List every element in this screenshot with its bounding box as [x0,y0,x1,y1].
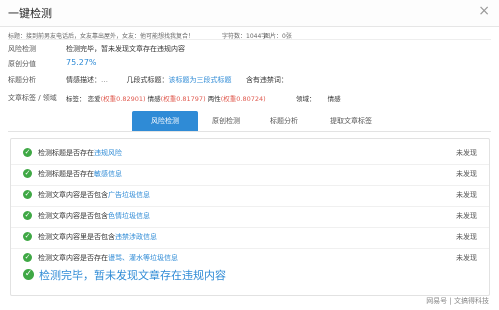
originality-score: 75.27% [66,58,97,67]
dialog-titlebar: 一键检测 × [0,0,499,27]
dialog-title: 一键检测 [8,7,52,20]
check-status: 未发现 [456,233,477,241]
tab-bar: 风险检测 原创检测 标题分析 提取文章标签 [8,111,491,132]
domain-value: 情感 [327,95,341,103]
check-status: 未发现 [456,254,477,262]
check-text: 检测文章内容是否包含色情垃圾信息 [38,212,150,220]
check-row: ✓ 检测文章内容是否存在谩骂、灌水等垃圾信息 未发现 [11,248,489,269]
close-icon[interactable]: × [478,3,490,19]
check-status: 未发现 [456,212,477,220]
check-icon: ✓ [23,253,32,262]
watermark: 网易号 | 文搞得科技 [426,297,489,305]
emotion-prefix: 情感描述： [66,76,101,84]
tags-row: 标签： 恋爱(权重0.82901) 情感(权重0.81797) 两性(权重0.8… [66,93,266,103]
title-analysis-row: 情感描述：… 几段式标题：该标题为三段式标题 含有违禁词： [66,75,288,85]
tab-extract-tags[interactable]: 提取文章标签 [314,111,388,131]
check-row: ✓ 检测标题是否存在敏感信息 未发现 [11,164,489,186]
check-status: 未发现 [456,149,477,157]
check-icon: ✓ [23,211,32,220]
banned-words-prefix: 含有违禁词： [245,76,288,84]
results-panel: ✓ 检测标题是否存在违规风险 未发现 ✓ 检测标题是否存在敏感信息 未发现 ✓ … [10,138,490,296]
tab-risk-detection[interactable]: 风险检测 [132,111,198,131]
check-icon: ✓ [23,148,32,157]
check-row: ✓ 检测标题是否存在违规风险 未发现 [11,143,489,165]
tags-prefix: 标签： [66,95,86,103]
check-text: 检测文章内容里是否包含违禁涉政信息 [38,233,157,241]
domain-row: 领域： 情感 [296,93,341,103]
tag-item: 两性(权重0.80724) [207,95,266,103]
check-text: 检测文章内容是否存在谩骂、灌水等垃圾信息 [38,254,178,262]
tab-originality[interactable]: 原创检测 [198,111,254,131]
tab-title-analysis[interactable]: 标题分析 [254,111,314,131]
meta-divider [8,39,491,40]
tag-item: 恋爱(权重0.82901) [87,95,146,103]
check-status: 未发现 [456,191,477,199]
check-row: ✓ 检测文章内容里是否包含违禁涉政信息 未发现 [11,227,489,249]
check-row: ✓ 检测文章内容是否包含色情垃圾信息 未发现 [11,206,489,228]
title-analysis-label: 标题分析 [8,76,36,84]
check-text: 检测文章内容是否包含广告垃圾信息 [38,191,150,199]
check-text: 检测标题是否存在违规风险 [38,149,122,157]
structure-value: 该标题为三段式标题 [168,76,232,84]
emotion-value: … [101,76,108,84]
check-status: 未发现 [456,170,477,178]
final-result-text: 检测完毕，暂未发现文章存在违规内容 [39,269,226,282]
tags-label: 文章标签 / 领域 [8,94,57,102]
tag-item: 情感(权重0.81797) [147,95,206,103]
check-text: 检测标题是否存在敏感信息 [38,170,122,178]
risk-value: 检测完毕，暂未发现文章存在违规内容 [66,45,185,53]
check-icon: ✓ [23,169,32,178]
check-row: ✓ 检测文章内容是否包含广告垃圾信息 未发现 [11,185,489,207]
final-check-icon: ✓ [23,269,34,280]
structure-prefix: 几段式标题： [126,76,169,84]
check-icon: ✓ [23,232,32,241]
risk-label: 风险检测 [8,45,36,53]
originality-label: 原创分值 [8,60,36,68]
check-icon: ✓ [23,190,32,199]
domain-prefix: 领域： [296,95,316,103]
